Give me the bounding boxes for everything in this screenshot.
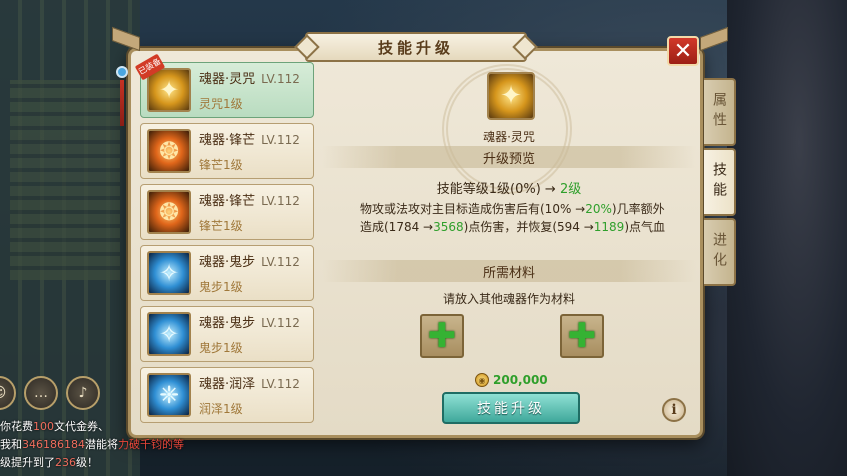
chat-line: 级提升到了236级！ [0, 454, 230, 472]
desc-value: 1189 [593, 220, 625, 234]
tab-label: 属性 [711, 92, 727, 132]
chat-text: 我和 [0, 438, 22, 451]
skill-level: LV.112 [261, 316, 300, 330]
selected-skill-name: 魂器·灵咒 [483, 130, 535, 144]
chat-highlight: 力破千钧的等 [118, 438, 184, 451]
panel-ornament [115, 60, 129, 140]
chat-number: 346186184 [22, 438, 85, 451]
skill-sub-level: 锋芒1级 [199, 219, 243, 233]
desc-value: 3568 [433, 220, 464, 234]
skill-name: 魂器·润泽 [199, 377, 256, 392]
level-current: 技能等级1级(0%) → [436, 182, 556, 197]
skill-sub-level: 润泽1级 [199, 402, 243, 416]
window-title: 技能升级 [305, 32, 527, 62]
gold-spirit-icon: ✦ [147, 68, 191, 112]
upgrade-skill-button[interactable]: 技能升级 [442, 392, 580, 424]
chat-text: 级提升到了 [0, 456, 55, 469]
ornament-knot [116, 66, 128, 78]
skill-sub-level: 鬼步1级 [199, 341, 243, 355]
skill-name: 魂器·灵咒 [199, 72, 256, 87]
desc-text: 物攻或法攻对主目标造成伤害后有(10% → [360, 202, 586, 216]
background-tree [727, 0, 847, 476]
skill-name: 魂器·锋芒 [199, 133, 256, 148]
skill-item[interactable]: ❂ 魂器·锋芒 LV.112 锋芒1级 [140, 184, 314, 240]
cost-amount: 200,000 [493, 373, 548, 387]
skill-level: LV.112 [261, 255, 300, 269]
tab-evolve[interactable]: 进化 [704, 218, 736, 286]
chat-log: 你花费100文代金券、 我和346186184潜能将力破千钧的等 级提升到了23… [0, 418, 230, 472]
chat-text: 潜能将 [85, 438, 118, 451]
tab-label: 进化 [711, 232, 727, 272]
preview-header: 升级预览 [322, 146, 696, 168]
material-slot-plus-icon[interactable]: ✚ [420, 314, 464, 358]
skill-level: LV.112 [261, 194, 300, 208]
close-button[interactable]: ✕ [667, 36, 699, 66]
microphone-icon[interactable]: ♪ [66, 376, 100, 410]
tab-attributes[interactable]: 属性 [704, 78, 736, 146]
materials-header: 所需材料 [322, 260, 696, 282]
tab-skills[interactable]: 技能 [704, 148, 736, 216]
skill-level: LV.112 [261, 133, 300, 147]
skill-level: LV.112 [261, 72, 300, 86]
chat-number: 236 [55, 456, 76, 469]
skill-name: 魂器·锋芒 [199, 194, 256, 209]
fire-slash-icon: ❂ [147, 190, 191, 234]
skill-item[interactable]: ❂ 魂器·锋芒 LV.112 锋芒1级 [140, 123, 314, 179]
material-slot-plus-icon[interactable]: ✚ [560, 314, 604, 358]
skill-item[interactable]: ❈ 魂器·润泽 LV.112 润泽1级 [140, 367, 314, 423]
skill-sub-level: 灵咒1级 [199, 97, 243, 111]
level-next: 2级 [559, 182, 582, 197]
blue-moist-icon: ❈ [147, 373, 191, 417]
materials-hint: 请放入其他魂器作为材料 [442, 292, 575, 306]
skill-item[interactable]: ✧ 魂器·鬼步 LV.112 鬼步1级 [140, 306, 314, 362]
chat-line: 我和346186184潜能将力破千钧的等 [0, 436, 230, 454]
desc-text: )点气血 [624, 220, 666, 234]
desc-text: )点伤害，并恢复(594 → [463, 220, 594, 234]
skill-name: 魂器·鬼步 [199, 255, 256, 270]
upgrade-cost: ◉ 200,000 [475, 373, 548, 387]
chat-bubble-icon[interactable]: … [24, 376, 58, 410]
skill-detail: ✦ 魂器·灵咒 升级预览 技能等级1级(0%) → 2级 物攻或法攻对主目标造成… [322, 62, 696, 428]
skill-item[interactable]: 已装备 ✦ 魂器·灵咒 LV.112 灵咒1级 [134, 53, 314, 118]
chat-controls: ☺ … ♪ [0, 376, 100, 410]
blue-step-icon: ✧ [147, 312, 191, 356]
blue-step-icon: ✧ [147, 251, 191, 295]
level-change: 技能等级1级(0%) → 2级 [322, 178, 696, 197]
chat-number: 100 [33, 420, 54, 433]
chat-text: 文代金券、 [54, 420, 109, 433]
skill-sub-level: 鬼步1级 [199, 280, 243, 294]
skill-sub-level: 锋芒1级 [199, 158, 243, 172]
skill-item[interactable]: ✧ 魂器·鬼步 LV.112 鬼步1级 [140, 245, 314, 301]
desc-value: 20% [585, 202, 612, 216]
effect-description: 物攻或法攻对主目标造成伤害后有(10% →20%)几率额外造成(1784 →35… [360, 200, 670, 236]
skill-list: 已装备 ✦ 魂器·灵咒 LV.112 灵咒1级 ❂ 魂器·锋芒 LV.112 锋… [134, 53, 315, 423]
chat-text: 你花费 [0, 420, 33, 433]
chat-line: 你花费100文代金券、 [0, 418, 230, 436]
skill-name: 魂器·鬼步 [199, 316, 256, 331]
gold-spirit-icon: ✦ [487, 72, 535, 120]
fire-slash-icon: ❂ [147, 129, 191, 173]
coin-icon: ◉ [475, 373, 489, 387]
ornament-tassel [120, 80, 124, 126]
emoji-icon[interactable]: ☺ [0, 376, 16, 410]
chat-text: 级！ [76, 456, 98, 469]
info-icon[interactable]: i [662, 398, 686, 422]
tab-label: 技能 [711, 162, 727, 202]
skill-level: LV.112 [261, 377, 300, 391]
